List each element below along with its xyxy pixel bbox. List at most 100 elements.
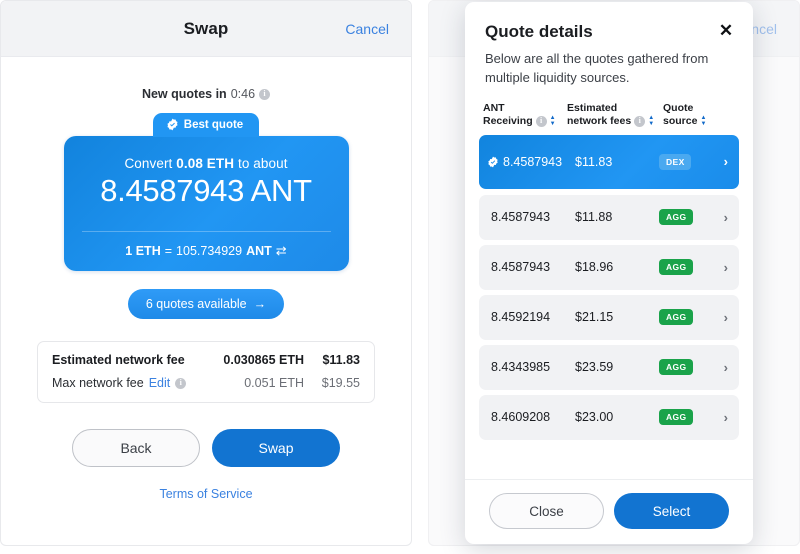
max-fee-row: Max network fee Edit i 0.051 ETH $19.55 <box>52 376 360 390</box>
modal-subtitle: Below are all the quotes gathered from m… <box>485 51 709 85</box>
rate-symbol: ANT <box>246 244 272 258</box>
convert-prefix: Convert <box>124 156 173 171</box>
sort-icon[interactable]: ▲ ▼ <box>648 115 654 127</box>
source-badge: AGG <box>659 409 693 426</box>
arrow-right-icon: → <box>253 297 267 311</box>
quote-amount: 8.4592194 <box>491 310 551 325</box>
source-badge: AGG <box>659 259 693 276</box>
swap-actions: Back Swap <box>23 429 389 467</box>
column-header-quote-source[interactable]: Quote source ▲ ▼ <box>663 102 733 128</box>
best-quote-section: Best quote Convert 0.08 ETH to about 8.4… <box>23 113 389 271</box>
new-quotes-countdown: 0:46 <box>230 87 256 101</box>
quote-fee: $23.00 <box>575 410 614 425</box>
close-icon[interactable]: ✕ <box>716 20 736 40</box>
swap-arrows-icon[interactable]: ⇄ <box>276 243 287 259</box>
quote-amount: 8.4587943 <box>491 210 551 225</box>
column-header-fees-line2: network fees <box>567 114 632 127</box>
swap-button[interactable]: Swap <box>212 429 340 467</box>
source-badge: AGG <box>659 309 693 326</box>
swap-panel: Swap Cancel New quotes in 0:46 i Best qu… <box>0 0 412 546</box>
quote-details-modal: Quote details ✕ Below are all the quotes… <box>465 2 753 544</box>
source-badge: AGG <box>659 209 693 226</box>
terms-of-service-link[interactable]: Terms of Service <box>23 487 389 501</box>
quote-amount: 8.4587943 <box>503 154 563 169</box>
quotes-available-button[interactable]: 6 quotes available → <box>127 289 285 319</box>
chevron-right-icon[interactable]: › <box>724 360 728 375</box>
chevron-right-icon[interactable]: › <box>724 410 728 425</box>
quotes-available-label: 6 quotes available <box>145 297 247 311</box>
source-badge: AGG <box>659 359 693 376</box>
quote-row[interactable]: 8.4343985 $23.59 AGG › <box>479 344 739 390</box>
sort-icon[interactable]: ▲ ▼ <box>700 115 706 127</box>
chevron-right-icon[interactable]: › <box>724 154 728 169</box>
receive-amount-line: 8.4587943 ANT <box>82 173 331 209</box>
rate-equals: = <box>164 244 173 258</box>
quote-fee: $11.83 <box>575 154 613 169</box>
verified-check-icon <box>488 156 498 168</box>
source-badge: DEX <box>659 153 691 170</box>
quote-fee: $23.59 <box>575 360 614 375</box>
quote-source-cell: AGG <box>659 359 713 376</box>
app-stage: Swap Cancel New quotes in 0:46 i Best qu… <box>0 0 800 554</box>
max-fee-eth: 0.051 ETH <box>244 376 304 390</box>
quote-source-cell: DEX <box>659 153 713 170</box>
quote-amount: 8.4343985 <box>491 360 551 375</box>
best-quote-label: Best quote <box>183 118 244 131</box>
quote-rows-list: 8.4587943 $11.83 DEX › 8.4587943 $11.88 AGG › 8.… <box>465 134 753 479</box>
page-title: Swap <box>183 18 229 38</box>
quote-amount-cell: 8.4609208 <box>491 410 575 424</box>
edit-fee-button[interactable]: Edit <box>149 376 171 390</box>
quote-amount-cell: 8.4587943 <box>491 210 575 224</box>
sort-icon[interactable]: ▲ ▼ <box>550 115 556 127</box>
chevron-right-icon[interactable]: › <box>724 310 728 325</box>
chevron-right-icon[interactable]: › <box>724 210 728 225</box>
max-fee-label: Max network fee <box>52 376 144 390</box>
estimated-fee-eth: 0.030865 ETH <box>223 353 304 367</box>
column-header-source-line2: source <box>663 114 698 127</box>
quote-row[interactable]: 8.4609208 $23.00 AGG › <box>479 394 739 440</box>
quote-row[interactable]: 8.4592194 $21.15 AGG › <box>479 294 739 340</box>
info-icon[interactable]: i <box>175 377 187 389</box>
column-header-source-line1: Quote <box>663 101 694 114</box>
quote-amount-cell: 8.4343985 <box>491 360 575 374</box>
info-icon[interactable]: i <box>634 115 646 127</box>
swap-header: Swap Cancel <box>1 1 411 57</box>
quote-table-headers: ANT Receiving i ▲ ▼ Estimated network fee… <box>465 88 753 135</box>
exchange-rate: 1 ETH = 105.734929 ANT ⇄ <box>82 243 331 259</box>
modal-header: Quote details ✕ Below are all the quotes… <box>465 2 753 88</box>
convert-suffix: to about <box>237 156 288 171</box>
quote-fee: $11.88 <box>575 210 613 225</box>
convert-line: Convert 0.08 ETH to about <box>82 156 331 171</box>
column-header-receiving-line2: Receiving <box>483 114 533 127</box>
column-header-network-fees[interactable]: Estimated network fees i ▲ ▼ <box>567 102 663 128</box>
back-button[interactable]: Back <box>72 429 200 467</box>
receive-symbol: ANT <box>250 173 312 208</box>
new-quotes-label: New quotes in <box>141 87 227 101</box>
modal-footer: Close Select <box>465 479 753 544</box>
quote-fee: $18.96 <box>575 260 614 275</box>
convert-amount: 0.08 ETH <box>176 156 235 171</box>
quote-amount: 8.4587943 <box>491 260 551 275</box>
quote-fee: $21.15 <box>575 310 614 325</box>
divider <box>81 231 331 232</box>
info-icon[interactable]: i <box>535 115 547 127</box>
quote-source-cell: AGG <box>659 259 713 276</box>
rate-value: 105.734929 <box>176 244 243 258</box>
close-button[interactable]: Close <box>489 493 604 529</box>
quote-source-cell: AGG <box>659 309 713 326</box>
modal-title: Quote details <box>485 22 593 41</box>
quote-row[interactable]: 8.4587943 $11.83 DEX › <box>479 134 739 189</box>
select-button[interactable]: Select <box>614 493 729 529</box>
cancel-button[interactable]: Cancel <box>345 21 389 37</box>
best-quote-tab: Best quote <box>152 113 260 137</box>
info-icon[interactable]: i <box>259 88 271 100</box>
verified-check-icon <box>167 118 178 131</box>
chevron-right-icon[interactable]: › <box>724 260 728 275</box>
quote-row[interactable]: 8.4587943 $11.88 AGG › <box>479 194 739 240</box>
column-header-receiving-line1: ANT <box>483 101 505 114</box>
swap-body: New quotes in 0:46 i Best quote Convert … <box>1 87 411 501</box>
quote-amount: 8.4609208 <box>491 410 551 425</box>
quote-row[interactable]: 8.4587943 $18.96 AGG › <box>479 244 739 290</box>
quote-amount-cell: 8.4587943 <box>491 260 575 274</box>
column-header-receiving[interactable]: ANT Receiving i ▲ ▼ <box>483 102 567 128</box>
